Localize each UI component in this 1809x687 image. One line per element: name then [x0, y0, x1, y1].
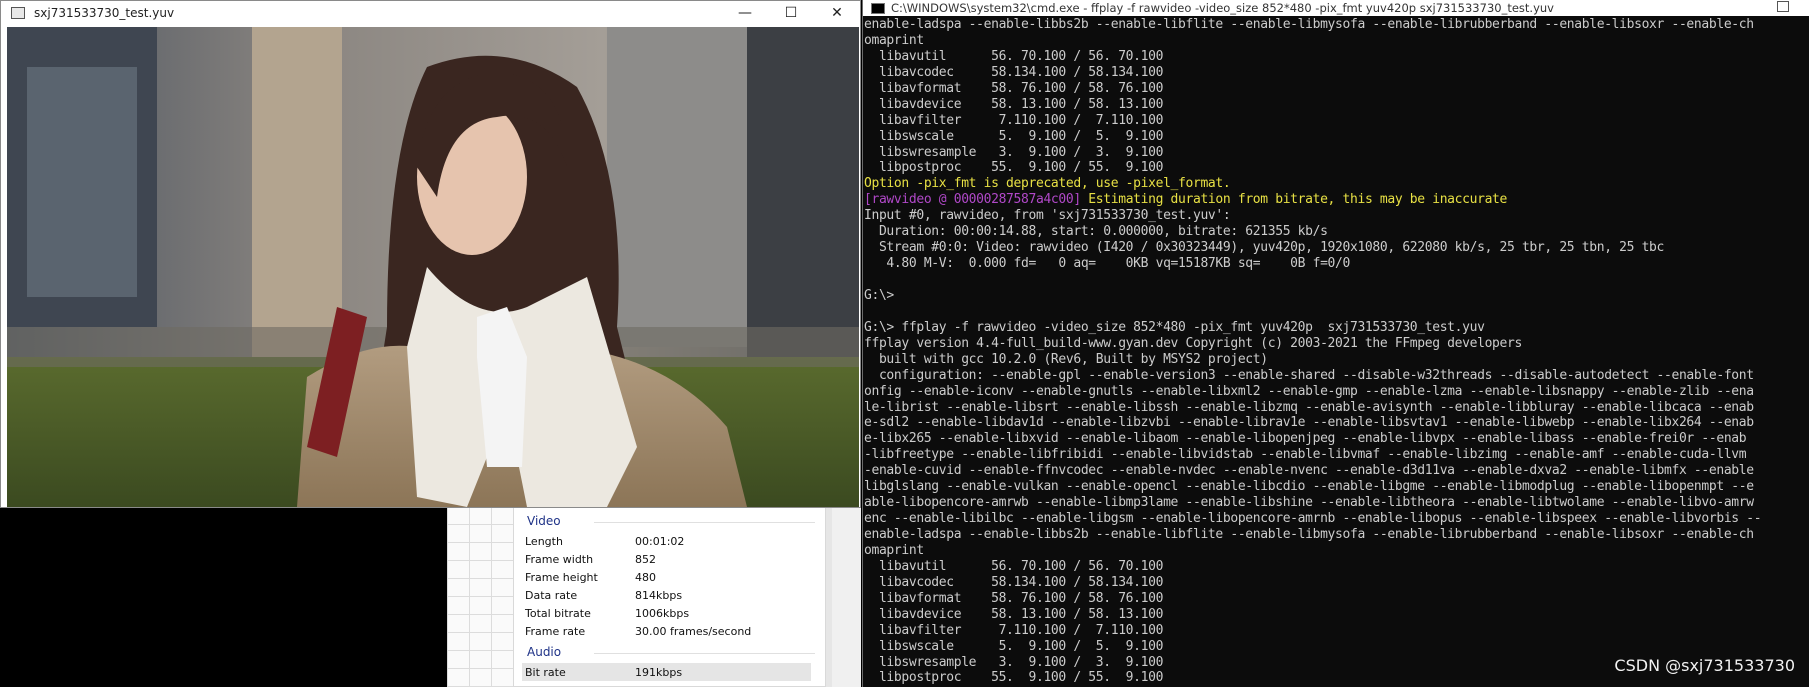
watermark: CSDN @sxj731533730 — [1614, 656, 1795, 675]
console-line: e-libx265 --enable-libxvid --enable-liba… — [864, 431, 1747, 447]
property-row[interactable]: Data rate 814kbps — [522, 586, 811, 604]
maximize-icon[interactable] — [1777, 1, 1789, 12]
console-line: le-librist --enable-libsrt --enable-libs… — [864, 399, 1754, 415]
property-row[interactable]: Length 00:01:02 — [522, 532, 811, 550]
property-key: Frame width — [525, 552, 594, 566]
properties-scrollbar[interactable] — [826, 507, 832, 687]
console-line: enc --enable-libilbc --enable-libgsm --e… — [864, 511, 1762, 527]
console-line: omaprint — [864, 542, 924, 558]
ffplay-titlebar[interactable]: sxj731533730_test.yuv — ☐ ✕ — [1, 1, 860, 25]
cmd-app-icon — [871, 2, 885, 14]
console-line: Stream #0:0: Video: rawvideo (I420 / 0x3… — [864, 240, 1665, 256]
console-line: libglslang --enable-vulkan --enable-open… — [864, 479, 1754, 495]
console-line: libpostproc 55. 9.100 / 55. 9.100 — [864, 160, 1164, 176]
video-frame-image — [7, 27, 859, 507]
console-output[interactable]: enable-ladspa --enable-libbs2b --enable-… — [864, 17, 1809, 686]
console-line: libavutil 56. 70.100 / 56. 70.100 — [864, 48, 1164, 64]
console-line: Option -pix_fmt is deprecated, use -pixe… — [864, 176, 1231, 192]
console-line: omaprint — [864, 32, 924, 48]
console-line: libavfilter 7.110.100 / 7.110.100 — [864, 622, 1164, 638]
ffplay-window[interactable]: sxj731533730_test.yuv — ☐ ✕ — [0, 0, 861, 508]
console-line: Input #0, rawvideo, from 'sxj731533730_t… — [864, 208, 1231, 224]
property-value: 1006kbps — [635, 606, 690, 620]
maximize-button[interactable]: ☐ — [768, 1, 814, 25]
property-row[interactable]: Bit rate 191kbps — [522, 663, 811, 681]
console-line: libavformat 58. 76.100 / 58. 76.100 — [864, 80, 1164, 96]
console-line: configuration: --enable-gpl --enable-ver… — [864, 367, 1754, 383]
properties-details-panel: Video Length 00:01:02 Frame width 852 Frame … — [513, 507, 826, 687]
property-value: 814kbps — [635, 588, 683, 602]
console-line: ffplay version 4.4-full_build-www.gyan.d… — [864, 335, 1522, 351]
ffplay-window-title: sxj731533730_test.yuv — [34, 6, 175, 20]
window-app-icon — [11, 7, 25, 19]
console-line: libavutil 56. 70.100 / 56. 70.100 — [864, 558, 1164, 574]
cmd-titlebar[interactable]: C:\WINDOWS\system32\cmd.exe - ffplay -f … — [863, 0, 1809, 16]
console-line: enable-ladspa --enable-libbs2b --enable-… — [864, 527, 1754, 542]
rawvideo-tag: [rawvideo @ 00000287587a4c00] — [864, 192, 1081, 208]
console-line: libavcodec 58.134.100 / 58.134.100 — [864, 64, 1164, 80]
property-row[interactable]: Total bitrate 1006kbps — [522, 604, 811, 622]
property-key: Length — [525, 534, 563, 548]
console-line: enable-ladspa --enable-libbs2b --enable-… — [864, 17, 1754, 32]
video-frame[interactable] — [7, 27, 859, 507]
console-line: libswscale 5. 9.100 / 5. 9.100 — [864, 128, 1164, 144]
cmd-window-title: C:\WINDOWS\system32\cmd.exe - ffplay -f … — [891, 1, 1554, 15]
console-line: onfig --enable-iconv --enable-gnutls --e… — [864, 383, 1754, 399]
console-line: -enable-cuvid --enable-ffnvcodec --enabl… — [864, 463, 1754, 479]
console-line: 4.80 M-V: 0.000 fd= 0 aq= 0KB vq=15187KB… — [864, 256, 1350, 272]
console-line: libswscale 5. 9.100 / 5. 9.100 — [864, 638, 1164, 654]
console-line: G:\> ffplay -f rawvideo -video_size 852*… — [864, 319, 1485, 335]
console-line: -libfreetype --enable-libfribidi --enabl… — [864, 447, 1747, 463]
console-line: e-sdl2 --enable-libdav1d --enable-libzvb… — [864, 415, 1754, 431]
property-value: 00:01:02 — [635, 534, 685, 548]
section-divider — [594, 522, 815, 523]
property-key: Data rate — [525, 588, 578, 602]
audio-section-header: Audio — [527, 645, 562, 659]
console-line: [rawvideo @ 00000287587a4c00] Estimating… — [864, 192, 1809, 208]
properties-side-panel — [447, 505, 514, 687]
console-line: libavdevice 58. 13.100 / 58. 13.100 — [864, 606, 1164, 622]
property-value: 191kbps — [635, 665, 683, 679]
property-key: Frame height — [525, 570, 598, 584]
property-value: 30.00 frames/second — [635, 624, 752, 638]
property-key: Bit rate — [525, 665, 566, 679]
property-key: Frame rate — [525, 624, 586, 638]
property-row[interactable]: Frame width 852 — [522, 550, 811, 568]
console-line: libswresample 3. 9.100 / 3. 9.100 — [864, 144, 1164, 160]
property-key: Total bitrate — [525, 606, 591, 620]
console-line: Duration: 00:00:14.88, start: 0.000000, … — [864, 224, 1328, 240]
console-line: built with gcc 10.2.0 (Rev6, Built by MS… — [864, 351, 1268, 367]
property-row[interactable]: Frame rate 30.00 frames/second — [522, 622, 811, 640]
property-value: 480 — [635, 570, 656, 584]
video-section-header: Video — [527, 514, 561, 528]
rawvideo-message: Estimating duration from bitrate, this m… — [1080, 192, 1507, 208]
console-line: libavformat 58. 76.100 / 58. 76.100 — [864, 590, 1164, 606]
console-line: libavcodec 58.134.100 / 58.134.100 — [864, 574, 1164, 590]
close-button[interactable]: ✕ — [814, 1, 860, 25]
property-value: 852 — [635, 552, 656, 566]
section-divider — [594, 653, 815, 654]
desktop-background — [0, 508, 447, 687]
cmd-window[interactable]: C:\WINDOWS\system32\cmd.exe - ffplay -f … — [862, 0, 1809, 687]
console-line: able-libopencore-amrwb --enable-libmp3la… — [864, 495, 1754, 511]
property-row[interactable]: Frame height 480 — [522, 568, 811, 586]
minimize-button[interactable]: — — [722, 1, 768, 25]
console-line: libavfilter 7.110.100 / 7.110.100 — [864, 112, 1164, 128]
console-line: G:\> — [864, 287, 894, 303]
console-line: libavdevice 58. 13.100 / 58. 13.100 — [864, 96, 1164, 112]
